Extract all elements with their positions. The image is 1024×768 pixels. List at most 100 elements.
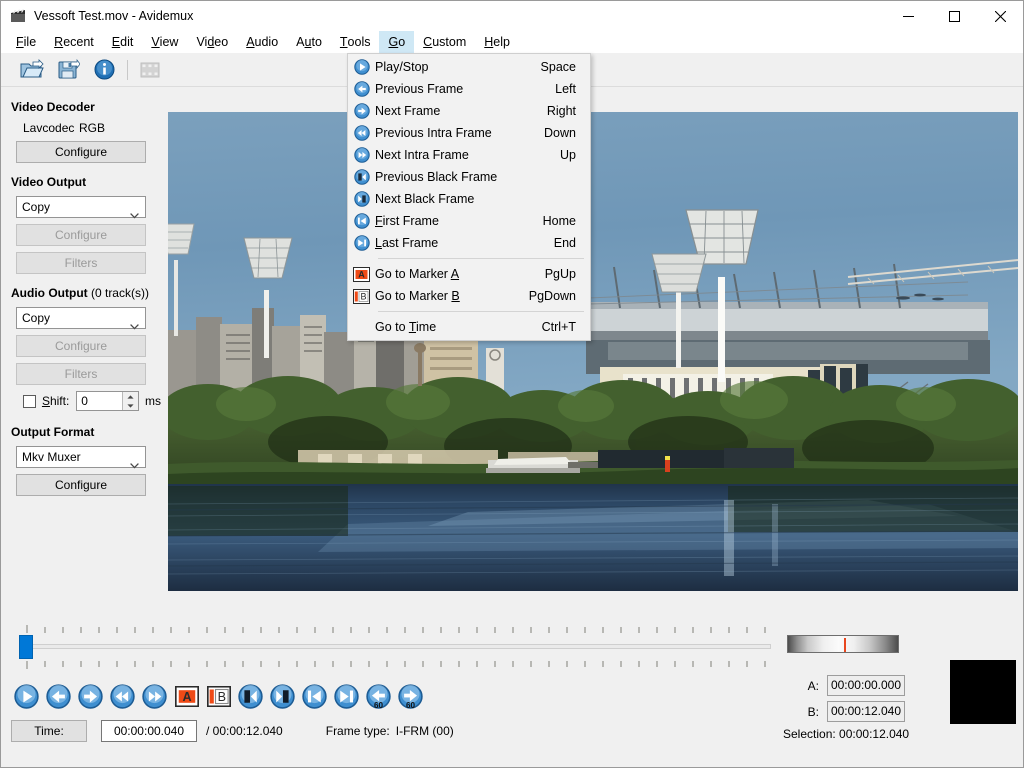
menu-item-shortcut: Ctrl+T bbox=[541, 320, 576, 334]
audio-output-filters-button[interactable]: Filters bbox=[16, 363, 146, 385]
menu-item-next-black-frame[interactable]: Next Black Frame bbox=[348, 188, 590, 210]
prev-black-circle-icon bbox=[348, 166, 375, 188]
chevron-down-icon bbox=[130, 205, 139, 219]
arrow-right-circle-icon bbox=[348, 100, 375, 122]
save-file-icon[interactable] bbox=[53, 56, 83, 84]
menu-item-go-to-marker-b[interactable]: B Go to Marker B PgDown bbox=[348, 285, 590, 307]
menu-item-first-frame[interactable]: First Frame Home bbox=[348, 210, 590, 232]
previous-intra-button[interactable] bbox=[107, 681, 138, 711]
output-format-select[interactable]: Mkv Muxer bbox=[16, 446, 146, 469]
menu-item-label: Previous Black Frame bbox=[375, 170, 498, 184]
menu-item-previous-frame[interactable]: Previous Frame Left bbox=[348, 78, 590, 100]
skip-end-circle-icon bbox=[348, 232, 375, 254]
menu-help[interactable]: Help bbox=[475, 31, 519, 53]
menu-item-go-to-marker-a[interactable]: A Go to Marker A PgUp bbox=[348, 263, 590, 285]
audio-shift-checkbox[interactable] bbox=[23, 394, 36, 408]
audio-shift-input[interactable]: 0 bbox=[76, 391, 139, 411]
audio-output-select[interactable]: Copy bbox=[16, 307, 146, 330]
open-file-icon[interactable] bbox=[17, 56, 47, 84]
set-marker-a-button[interactable]: A bbox=[171, 681, 202, 711]
video-output-select[interactable]: Copy bbox=[16, 196, 146, 219]
menu-item-label: Next Black Frame bbox=[375, 192, 475, 206]
menu-item-label: First Frame bbox=[375, 214, 439, 228]
menu-auto[interactable]: Au to bbox=[287, 31, 331, 53]
frame-type: Frame type: I-FRM (00) bbox=[326, 724, 454, 738]
audio-shift-stepper[interactable] bbox=[122, 392, 138, 410]
forward-60s-button[interactable]: 60 bbox=[395, 681, 426, 711]
set-marker-b-button[interactable]: B bbox=[203, 681, 234, 711]
marker-a-label: A: bbox=[807, 678, 819, 693]
audio-output-configure-button[interactable]: Configure bbox=[16, 335, 146, 357]
menu-item-previous-black-frame[interactable]: Previous Black Frame bbox=[348, 166, 590, 188]
svg-text:B: B bbox=[360, 291, 366, 301]
close-button[interactable] bbox=[977, 1, 1023, 31]
marker-b-icon: B bbox=[348, 285, 375, 307]
back-60s-button[interactable]: 60 bbox=[363, 681, 394, 711]
frame-type-value: I-FRM (00) bbox=[395, 724, 454, 738]
no-icon bbox=[348, 316, 375, 338]
menu-go[interactable]: Go bbox=[379, 31, 415, 53]
title-bar: Vessoft Test.mov - Avidemux bbox=[1, 1, 1023, 31]
menu-item-label: Go to Time bbox=[375, 320, 437, 334]
menu-item-label: Play/Stop bbox=[375, 60, 429, 74]
stepper-down-icon[interactable] bbox=[123, 401, 138, 410]
previous-black-button[interactable] bbox=[235, 681, 266, 711]
menu-video[interactable]: Vi d eo bbox=[187, 31, 237, 53]
last-frame-button[interactable] bbox=[331, 681, 362, 711]
maximize-button[interactable] bbox=[931, 1, 977, 31]
video-output-configure-button[interactable]: Configure bbox=[16, 224, 146, 246]
marker-a-value[interactable]: 00:00:00.000 bbox=[827, 675, 905, 696]
menu-item-shortcut: Down bbox=[544, 126, 576, 140]
menu-item-play-stop[interactable]: Play/Stop Space bbox=[348, 56, 590, 78]
menu-file[interactable]: File bbox=[7, 31, 45, 53]
selection-duration: Selection: 00:00:12.040 bbox=[783, 727, 910, 741]
menu-tools[interactable]: Tools bbox=[331, 31, 380, 53]
menu-item-previous-intra-frame[interactable]: Previous Intra Frame Down bbox=[348, 122, 590, 144]
svg-text:60: 60 bbox=[406, 701, 416, 709]
play-button[interactable] bbox=[11, 681, 42, 711]
menu-view[interactable]: View bbox=[142, 31, 187, 53]
status-bar: Time: 00:00:00.040 / 00:00:12.040 Frame … bbox=[11, 719, 454, 743]
menu-item-label: Previous Frame bbox=[375, 82, 464, 96]
first-frame-button[interactable] bbox=[299, 681, 330, 711]
minimize-button[interactable] bbox=[885, 1, 931, 31]
menu-item-last-frame[interactable]: Last Frame End bbox=[348, 232, 590, 254]
next-intra-button[interactable] bbox=[139, 681, 170, 711]
stepper-up-icon[interactable] bbox=[123, 392, 138, 401]
marker-b-value[interactable]: 00:00:12.040 bbox=[827, 701, 905, 722]
video-decoder-configure-button[interactable]: Configure bbox=[16, 141, 146, 163]
menu-item-shortcut: Home bbox=[542, 214, 576, 228]
next-frame-button[interactable] bbox=[75, 681, 106, 711]
volume-meter[interactable] bbox=[787, 635, 899, 653]
video-decoder-info: Lavcodec RGB bbox=[1, 119, 161, 141]
current-time-input[interactable]: 00:00:00.040 bbox=[101, 720, 197, 742]
menu-item-next-intra-frame[interactable]: Next Intra Frame Up bbox=[348, 144, 590, 166]
menu-recent[interactable]: Recent bbox=[45, 31, 103, 53]
menu-edit[interactable]: Edit bbox=[103, 31, 143, 53]
output-format-configure-button[interactable]: Configure bbox=[16, 474, 146, 496]
marker-b-label: B: bbox=[807, 704, 819, 719]
menu-audio[interactable]: Audio bbox=[237, 31, 287, 53]
info-icon[interactable] bbox=[89, 56, 119, 84]
output-format-header: Output Format bbox=[11, 425, 95, 439]
timeline-slider[interactable] bbox=[11, 625, 771, 669]
menu-item-label: Go to Marker B bbox=[375, 289, 460, 303]
video-output-filters-button[interactable]: Filters bbox=[16, 252, 146, 274]
svg-text:A: A bbox=[182, 689, 191, 703]
time-button[interactable]: Time: bbox=[11, 720, 87, 742]
total-duration: / 00:00:12.040 bbox=[206, 724, 283, 738]
previous-frame-button[interactable] bbox=[43, 681, 74, 711]
video-frame[interactable] bbox=[168, 112, 1018, 591]
menu-item-shortcut: End bbox=[553, 236, 576, 250]
menu-separator bbox=[378, 258, 584, 259]
menu-custom[interactable]: Custom bbox=[414, 31, 475, 53]
timeline-ticks-top bbox=[26, 625, 766, 633]
chevron-down-icon bbox=[130, 316, 139, 330]
menu-item-go-to-time[interactable]: Go to Time Ctrl+T bbox=[348, 316, 590, 338]
menu-item-next-frame[interactable]: Next Frame Right bbox=[348, 100, 590, 122]
audio-output-header: Audio Output (0 track(s)) bbox=[1, 280, 161, 305]
forward-circle-icon bbox=[348, 144, 375, 166]
next-black-circle-icon bbox=[348, 188, 375, 210]
slider-handle[interactable] bbox=[19, 635, 33, 659]
next-black-button[interactable] bbox=[267, 681, 298, 711]
